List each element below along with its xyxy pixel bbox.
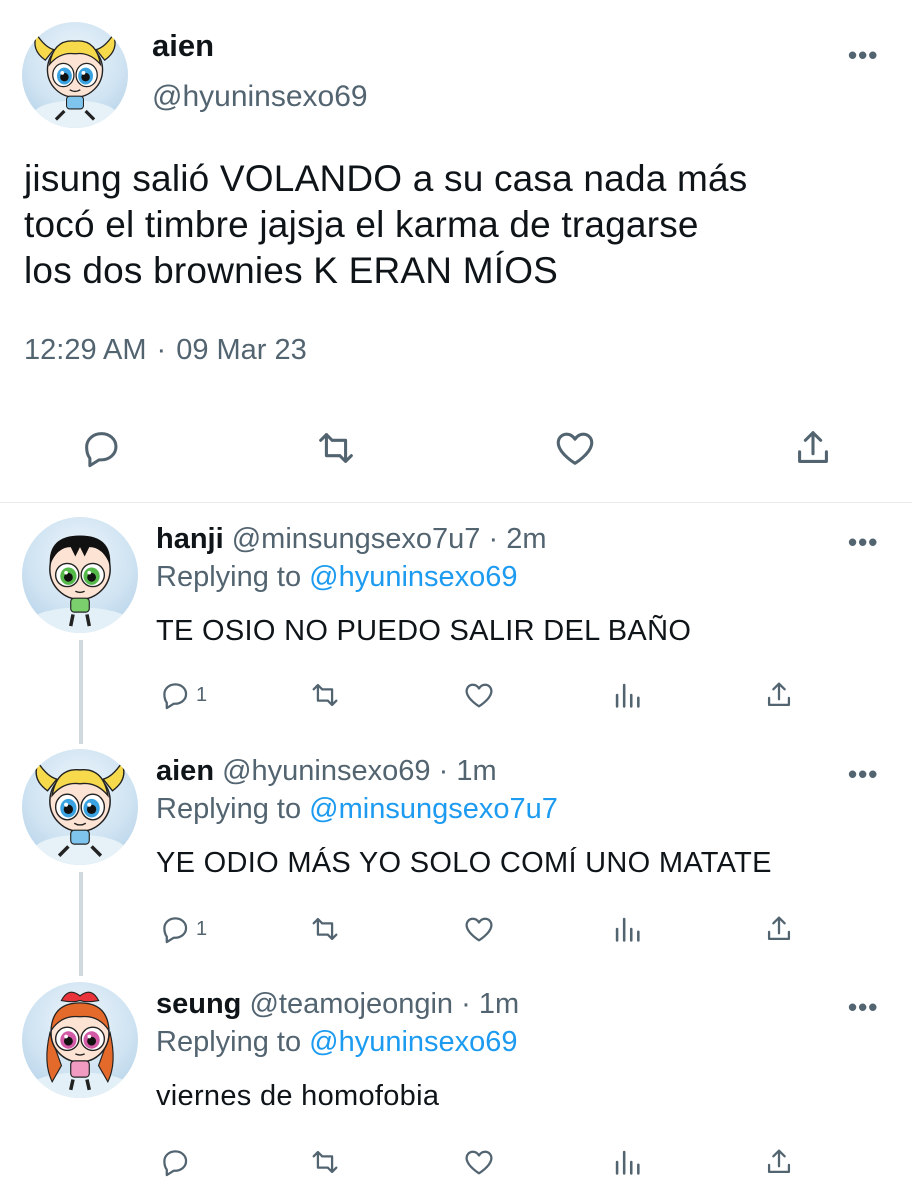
- analytics-button[interactable]: [610, 911, 644, 947]
- reply-header: aien @hyuninsexo69 · 1m: [156, 755, 497, 788]
- separator: ·: [156, 334, 167, 366]
- separator: ·: [438, 755, 449, 787]
- reply-tweet[interactable]: seung @teamojeongin · 1m ••• Replying to…: [0, 968, 912, 1200]
- author-name[interactable]: hanji: [156, 523, 224, 555]
- reply-count: 1: [196, 683, 208, 706]
- separator: ·: [461, 988, 471, 1020]
- replying-to: Replying to @hyuninsexo69: [156, 1026, 518, 1059]
- retweet-button[interactable]: [313, 425, 359, 471]
- reply-icon: [85, 432, 118, 468]
- author-name[interactable]: aien: [156, 755, 214, 787]
- reply-text: TE OSIO NO PUEDO SALIR DEL BAÑO: [156, 615, 692, 647]
- avatar[interactable]: [22, 749, 138, 865]
- share-button[interactable]: [762, 911, 796, 947]
- replying-to-link[interactable]: @hyuninsexo69: [309, 1026, 517, 1058]
- tweet-actions: [0, 425, 912, 475]
- like-button[interactable]: [552, 425, 598, 471]
- reply-button[interactable]: [158, 1144, 196, 1180]
- retweet-icon: [312, 683, 338, 707]
- tweet-timestamp[interactable]: 12:29 AM · 09 Mar 23: [24, 334, 307, 367]
- reply-actions: [0, 1144, 912, 1184]
- like-icon: [465, 1150, 493, 1175]
- more-options-icon[interactable]: •••: [848, 42, 878, 68]
- avatar[interactable]: [22, 982, 138, 1098]
- like-icon: [465, 917, 493, 942]
- analytics-button[interactable]: [610, 677, 644, 713]
- reply-count: 1: [196, 917, 208, 940]
- author-handle[interactable]: @teamojeongin: [249, 988, 453, 1020]
- like-icon: [556, 432, 594, 465]
- tweet-text-line: tocó el timbre jajsja el karma de tragar…: [24, 204, 699, 245]
- share-button[interactable]: [762, 677, 796, 713]
- like-button[interactable]: [462, 1144, 496, 1180]
- main-tweet: aien @hyuninsexo69 ••• jisung salió VOLA…: [0, 0, 912, 502]
- tweet-text-line: jisung salió VOLANDO a su casa nada más: [24, 158, 748, 199]
- analytics-icon: [615, 1150, 640, 1175]
- author-name[interactable]: seung: [156, 988, 241, 1020]
- analytics-icon: [615, 917, 640, 942]
- reply-text: YE ODIO MÁS YO SOLO COMÍ UNO MATATE: [156, 847, 772, 879]
- reply-icon: [163, 683, 188, 710]
- reply-header: hanji @minsungsexo7u7 · 2m: [156, 523, 547, 556]
- replying-to-link[interactable]: @hyuninsexo69: [309, 561, 517, 593]
- replying-to-label: Replying to: [156, 793, 310, 825]
- author-handle[interactable]: @minsungsexo7u7: [232, 523, 481, 555]
- author-handle[interactable]: @hyuninsexo69: [222, 755, 430, 787]
- share-button[interactable]: [762, 1144, 796, 1180]
- like-icon: [465, 683, 493, 708]
- reply-tweet[interactable]: hanji @minsungsexo7u7 · 2m ••• Replying …: [0, 503, 912, 735]
- reply-icon: [163, 917, 188, 944]
- bubbles-avatar-icon: [33, 761, 127, 865]
- author-handle[interactable]: @hyuninsexo69: [152, 80, 368, 114]
- like-button[interactable]: [462, 911, 496, 947]
- reply-actions: 1: [0, 677, 912, 717]
- buttercup-avatar-icon: [31, 535, 129, 633]
- reply-header: seung @teamojeongin · 1m: [156, 988, 519, 1021]
- share-icon: [798, 431, 828, 463]
- reply-button[interactable]: 1: [158, 677, 207, 713]
- retweet-button[interactable]: [308, 1144, 342, 1180]
- replying-to: Replying to @hyuninsexo69: [156, 561, 518, 594]
- author-name[interactable]: aien: [152, 28, 214, 64]
- tweet-time: 12:29 AM: [24, 334, 147, 366]
- analytics-icon: [615, 683, 640, 708]
- reply-button[interactable]: 1: [158, 911, 207, 947]
- retweet-icon: [312, 1150, 338, 1174]
- retweet-button[interactable]: [308, 677, 342, 713]
- tweet-text-line: los dos brownies K ERAN MÍOS: [24, 250, 559, 291]
- more-options-icon[interactable]: •••: [848, 529, 878, 555]
- retweet-icon: [312, 917, 338, 941]
- reply-time[interactable]: 1m: [456, 755, 496, 787]
- replying-to-label: Replying to: [156, 1026, 310, 1058]
- replying-to: Replying to @minsungsexo7u7: [156, 793, 558, 826]
- reply-actions: 1: [0, 911, 912, 951]
- share-icon: [767, 1149, 791, 1174]
- analytics-button[interactable]: [610, 1144, 644, 1180]
- share-icon: [767, 682, 791, 707]
- blossom-avatar-icon: [31, 991, 129, 1098]
- replying-to-label: Replying to: [156, 561, 310, 593]
- separator: ·: [488, 523, 499, 555]
- share-icon: [767, 916, 791, 941]
- bubbles-avatar-icon: [32, 33, 118, 128]
- like-button[interactable]: [462, 677, 496, 713]
- retweet-button[interactable]: [308, 911, 342, 947]
- reply-time[interactable]: 2m: [506, 523, 546, 555]
- more-options-icon[interactable]: •••: [848, 761, 878, 787]
- replying-to-link[interactable]: @minsungsexo7u7: [309, 793, 558, 825]
- retweet-icon: [319, 433, 353, 463]
- avatar[interactable]: [22, 517, 138, 633]
- avatar[interactable]: [22, 22, 128, 128]
- reply-text: viernes de homofobia: [156, 1080, 440, 1112]
- reply-time[interactable]: 1m: [479, 988, 519, 1020]
- reply-tweet[interactable]: aien @hyuninsexo69 · 1m ••• Replying to …: [0, 735, 912, 967]
- share-button[interactable]: [790, 425, 836, 471]
- tweet-text: jisung salió VOLANDO a su casa nada más …: [24, 156, 894, 294]
- reply-icon: [163, 1150, 188, 1177]
- reply-button[interactable]: [78, 425, 124, 471]
- more-options-icon[interactable]: •••: [848, 994, 878, 1020]
- tweet-date: 09 Mar 23: [176, 334, 307, 366]
